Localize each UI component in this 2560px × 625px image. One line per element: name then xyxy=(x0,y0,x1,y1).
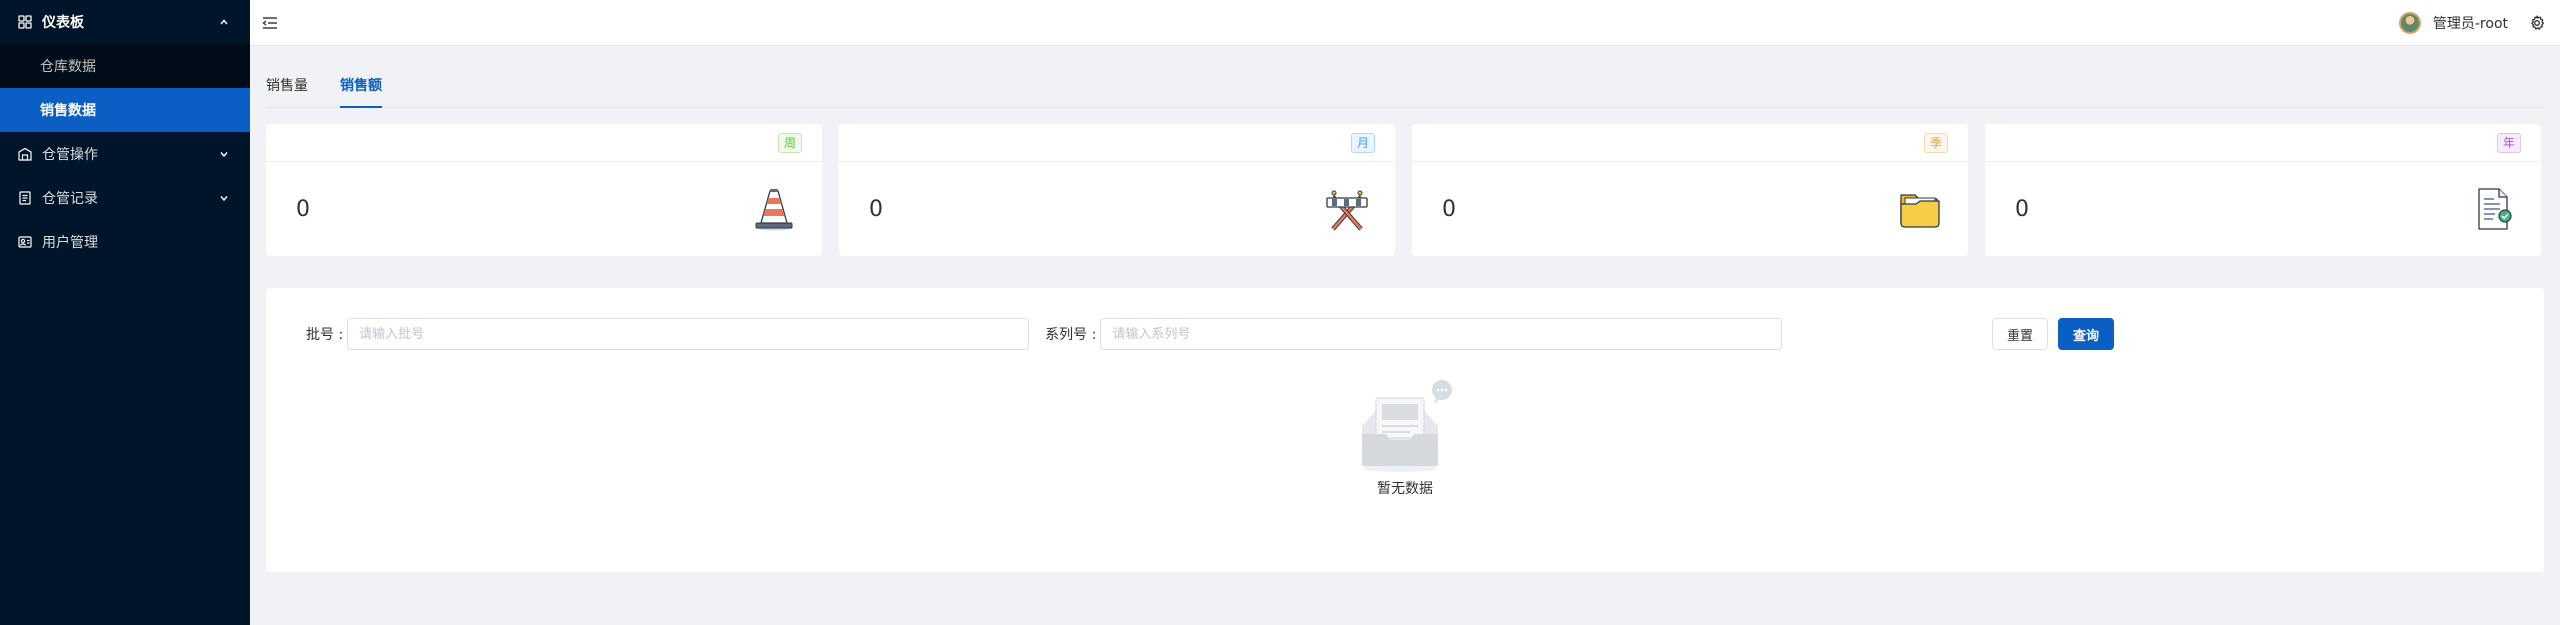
series-field: 系列号 : xyxy=(1045,318,1783,350)
sidebar-item-dashboard[interactable]: 仪表板 xyxy=(0,0,250,44)
tab-sales-amount[interactable]: 销售额 xyxy=(340,75,382,108)
period-badge: 季 xyxy=(1923,132,1948,153)
empty-inbox-icon xyxy=(1350,376,1460,476)
series-label: 系列号 : xyxy=(1045,327,1097,343)
batch-input[interactable] xyxy=(347,318,1030,350)
tab-sales-volume[interactable]: 销售量 xyxy=(266,75,308,107)
tabs: 销售量 销售额 xyxy=(266,46,2544,108)
barrier-icon xyxy=(1323,185,1371,233)
sidebar-item-label: 仪表板 xyxy=(42,15,84,31)
sidebar-item-warehouse-ops[interactable]: 仓管操作 xyxy=(0,132,250,176)
sidebar-item-sales-data[interactable]: 销售数据 xyxy=(0,88,250,132)
user-name: 管理员-root xyxy=(2432,15,2508,32)
period-badge: 周 xyxy=(777,132,802,153)
sidebar: 仪表板 仓库数据 销售数据 仓管操作 仓管记录 用户管理 xyxy=(0,0,250,625)
filter-buttons: 重置 查询 xyxy=(1991,318,2114,350)
stat-cards: 周 0 月 0 季 0 年 0 xyxy=(266,124,2544,256)
gear-icon[interactable] xyxy=(2528,14,2546,32)
stat-card-month: 月 0 xyxy=(839,124,1395,256)
stat-value: 0 xyxy=(1442,196,1456,222)
stat-value: 0 xyxy=(2015,196,2029,222)
chevron-up-icon xyxy=(218,16,230,28)
folder-icon xyxy=(1896,185,1944,233)
stat-card-week: 周 0 xyxy=(266,124,822,256)
user-menu[interactable]: 管理员-root xyxy=(2398,11,2508,34)
sidebar-item-label: 销售数据 xyxy=(40,103,96,119)
empty-text: 暂无数据 xyxy=(1377,481,1433,497)
avatar xyxy=(2398,11,2421,34)
chevron-down-icon xyxy=(218,148,230,160)
sidebar-item-label: 用户管理 xyxy=(42,235,98,251)
menu-fold-icon[interactable] xyxy=(260,13,280,33)
sidebar-item-warehouse-records[interactable]: 仓管记录 xyxy=(0,176,250,220)
query-button[interactable]: 查询 xyxy=(2057,318,2114,350)
content: 销售量 销售额 周 0 月 0 季 0 年 0 批号: 请输入批号 系列号:… xyxy=(250,46,2560,625)
period-badge: 年 xyxy=(2496,132,2521,153)
sidebar-item-label: 仓管记录 xyxy=(42,191,98,207)
batch-label: 批号 : xyxy=(306,327,344,343)
sidebar-item-user-management[interactable]: 用户管理 xyxy=(0,220,250,264)
batch-field: 批号 : xyxy=(306,318,1030,350)
reset-button[interactable]: 重置 xyxy=(1991,318,2048,350)
series-input[interactable] xyxy=(1100,318,1783,350)
period-badge: 月 xyxy=(1350,132,1375,153)
stat-card-year: 年 0 xyxy=(1985,124,2541,256)
filter-bar: 批号 : 系列号 : 重置 查询 xyxy=(306,318,2504,350)
record-icon xyxy=(16,189,34,207)
stat-value: 0 xyxy=(296,196,310,222)
stat-card-season: 季 0 xyxy=(1412,124,1968,256)
query-panel: 批号 : 系列号 : 重置 查询 xyxy=(266,288,2544,572)
sidebar-item-label: 仓库数据 xyxy=(40,59,96,75)
sidebar-item-warehouse-data[interactable]: 仓库数据 xyxy=(0,44,250,88)
document-icon xyxy=(2469,185,2517,233)
sidebar-item-label: 仓管操作 xyxy=(42,147,98,163)
stat-value: 0 xyxy=(869,196,883,222)
empty-state: 暂无数据 xyxy=(266,376,2544,498)
dashboard-icon xyxy=(16,13,34,31)
top-bar: 管理员-root xyxy=(250,0,2560,46)
user-manage-icon xyxy=(16,233,34,251)
chevron-down-icon xyxy=(218,192,230,204)
dashboard-submenu: 仓库数据 销售数据 xyxy=(0,44,250,132)
traffic-cone-icon xyxy=(750,185,798,233)
main-area: 管理员-root 销售量 销售额 周 0 月 0 季 0 年 0 批号: 请输… xyxy=(250,0,2560,625)
warehouse-icon xyxy=(16,145,34,163)
